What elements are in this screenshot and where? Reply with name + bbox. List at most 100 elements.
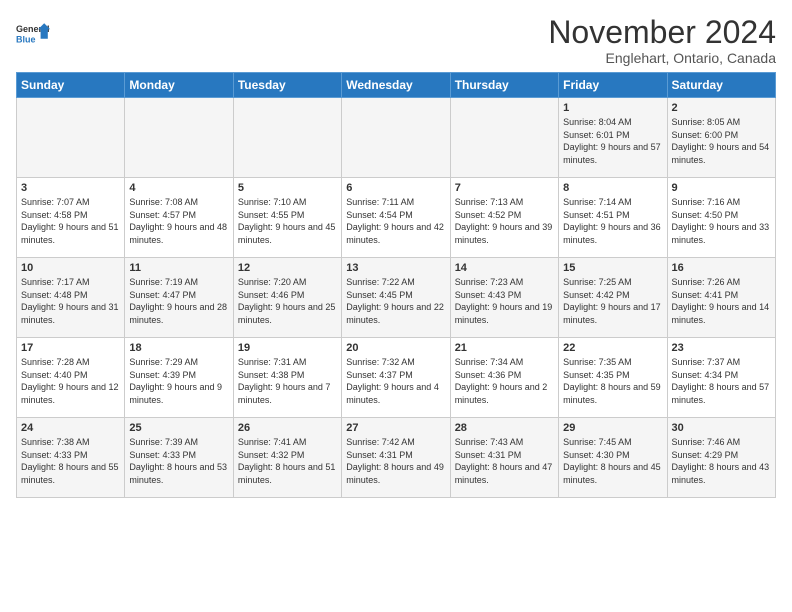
day-info: Sunrise: 7:43 AM Sunset: 4:31 PM Dayligh… — [455, 436, 554, 486]
day-number: 29 — [563, 422, 662, 434]
day-number: 28 — [455, 422, 554, 434]
day-cell: 15Sunrise: 7:25 AM Sunset: 4:42 PM Dayli… — [559, 258, 667, 338]
day-info: Sunrise: 7:38 AM Sunset: 4:33 PM Dayligh… — [21, 436, 120, 486]
day-info: Sunrise: 7:42 AM Sunset: 4:31 PM Dayligh… — [346, 436, 445, 486]
week-row-4: 24 Sunrise: 7:38 AM Sunset: 4:33 PM Dayli… — [17, 418, 776, 498]
day-number: 24 — [21, 422, 120, 434]
day-info: Sunrise: 7:13 AM Sunset: 4:52 PM Dayligh… — [455, 196, 554, 246]
day-info: Sunrise: 7:28 AM Sunset: 4:40 PM Dayligh… — [21, 356, 120, 406]
col-header-thursday: Thursday — [450, 73, 558, 98]
day-cell — [233, 98, 341, 178]
day-number: 7 — [455, 182, 554, 194]
day-cell: 19 Sunrise: 7:31 AM Sunset: 4:38 PM Dayli… — [233, 338, 341, 418]
day-info: Sunrise: 7:14 AM Sunset: 4:51 PM Dayligh… — [563, 196, 662, 246]
day-info: Sunrise: 7:17 AM Sunset: 4:48 PM Dayligh… — [21, 276, 120, 326]
day-info: Sunrise: 7:35 AM Sunset: 4:35 PM Dayligh… — [563, 356, 662, 406]
day-number: 20 — [346, 342, 445, 354]
day-cell: 11Sunrise: 7:19 AM Sunset: 4:47 PM Dayli… — [125, 258, 233, 338]
day-number: 25 — [129, 422, 228, 434]
day-cell: 10 Sunrise: 7:17 AM Sunset: 4:48 PM Dayli… — [17, 258, 125, 338]
day-info: Sunrise: 7:23 AM Sunset: 4:43 PM Dayligh… — [455, 276, 554, 326]
day-cell: 5 Sunrise: 7:10 AM Sunset: 4:55 PM Daylig… — [233, 178, 341, 258]
week-row-1: 3Sunrise: 7:07 AM Sunset: 4:58 PM Daylig… — [17, 178, 776, 258]
day-number: 5 — [238, 182, 337, 194]
day-cell: 7 Sunrise: 7:13 AM Sunset: 4:52 PM Daylig… — [450, 178, 558, 258]
day-cell: 13 Sunrise: 7:22 AM Sunset: 4:45 PM Dayli… — [342, 258, 450, 338]
day-number: 19 — [238, 342, 337, 354]
day-cell — [125, 98, 233, 178]
calendar-table: SundayMondayTuesdayWednesdayThursdayFrid… — [16, 72, 776, 498]
day-cell — [17, 98, 125, 178]
day-cell: 16 Sunrise: 7:26 AM Sunset: 4:41 PM Dayli… — [667, 258, 775, 338]
col-header-sunday: Sunday — [17, 73, 125, 98]
day-cell: 21 Sunrise: 7:34 AM Sunset: 4:36 PM Dayli… — [450, 338, 558, 418]
col-header-saturday: Saturday — [667, 73, 775, 98]
week-row-3: 17 Sunrise: 7:28 AM Sunset: 4:40 PM Dayli… — [17, 338, 776, 418]
day-number: 22 — [563, 342, 662, 354]
day-number: 8 — [563, 182, 662, 194]
day-cell: 1 Sunrise: 8:04 AM Sunset: 6:01 PM Daylig… — [559, 98, 667, 178]
day-number: 18 — [129, 342, 228, 354]
day-info: Sunrise: 7:45 AM Sunset: 4:30 PM Dayligh… — [563, 436, 662, 486]
logo-svg: General Blue — [16, 16, 52, 52]
day-cell: 26Sunrise: 7:41 AM Sunset: 4:32 PM Dayli… — [233, 418, 341, 498]
header-row-days: SundayMondayTuesdayWednesdayThursdayFrid… — [17, 73, 776, 98]
day-number: 30 — [672, 422, 771, 434]
day-number: 1 — [563, 102, 662, 114]
day-info: Sunrise: 8:04 AM Sunset: 6:01 PM Dayligh… — [563, 116, 662, 166]
day-number: 17 — [21, 342, 120, 354]
day-number: 11 — [129, 262, 228, 274]
day-cell — [342, 98, 450, 178]
day-info: Sunrise: 7:10 AM Sunset: 4:55 PM Dayligh… — [238, 196, 337, 246]
day-number: 3 — [21, 182, 120, 194]
day-info: Sunrise: 7:32 AM Sunset: 4:37 PM Dayligh… — [346, 356, 445, 406]
day-number: 26 — [238, 422, 337, 434]
day-cell: 12Sunrise: 7:20 AM Sunset: 4:46 PM Dayli… — [233, 258, 341, 338]
day-cell: 18Sunrise: 7:29 AM Sunset: 4:39 PM Dayli… — [125, 338, 233, 418]
day-info: Sunrise: 7:20 AM Sunset: 4:46 PM Dayligh… — [238, 276, 337, 326]
day-cell: 2 Sunrise: 8:05 AM Sunset: 6:00 PM Daylig… — [667, 98, 775, 178]
day-number: 16 — [672, 262, 771, 274]
day-cell: 6Sunrise: 7:11 AM Sunset: 4:54 PM Daylig… — [342, 178, 450, 258]
day-cell: 24 Sunrise: 7:38 AM Sunset: 4:33 PM Dayli… — [17, 418, 125, 498]
day-info: Sunrise: 7:26 AM Sunset: 4:41 PM Dayligh… — [672, 276, 771, 326]
day-cell: 28 Sunrise: 7:43 AM Sunset: 4:31 PM Dayli… — [450, 418, 558, 498]
day-info: Sunrise: 7:08 AM Sunset: 4:57 PM Dayligh… — [129, 196, 228, 246]
day-number: 2 — [672, 102, 771, 114]
subtitle: Englehart, Ontario, Canada — [548, 50, 776, 66]
calendar-container: General Blue November 2024 Englehart, On… — [0, 0, 792, 506]
col-header-wednesday: Wednesday — [342, 73, 450, 98]
day-number: 13 — [346, 262, 445, 274]
day-cell: 4 Sunrise: 7:08 AM Sunset: 4:57 PM Daylig… — [125, 178, 233, 258]
col-header-friday: Friday — [559, 73, 667, 98]
week-row-0: 1 Sunrise: 8:04 AM Sunset: 6:01 PM Daylig… — [17, 98, 776, 178]
day-cell: 23Sunrise: 7:37 AM Sunset: 4:34 PM Dayli… — [667, 338, 775, 418]
day-number: 4 — [129, 182, 228, 194]
day-cell: 8 Sunrise: 7:14 AM Sunset: 4:51 PM Daylig… — [559, 178, 667, 258]
svg-text:Blue: Blue — [16, 34, 36, 44]
day-number: 15 — [563, 262, 662, 274]
day-info: Sunrise: 7:31 AM Sunset: 4:38 PM Dayligh… — [238, 356, 337, 406]
header-row: General Blue November 2024 Englehart, On… — [16, 16, 776, 66]
day-info: Sunrise: 7:46 AM Sunset: 4:29 PM Dayligh… — [672, 436, 771, 486]
col-header-monday: Monday — [125, 73, 233, 98]
week-row-2: 10 Sunrise: 7:17 AM Sunset: 4:48 PM Dayli… — [17, 258, 776, 338]
day-number: 27 — [346, 422, 445, 434]
day-number: 9 — [672, 182, 771, 194]
day-cell: 9 Sunrise: 7:16 AM Sunset: 4:50 PM Daylig… — [667, 178, 775, 258]
day-cell: 14Sunrise: 7:23 AM Sunset: 4:43 PM Dayli… — [450, 258, 558, 338]
title-block: November 2024 Englehart, Ontario, Canada — [548, 16, 776, 66]
day-info: Sunrise: 7:39 AM Sunset: 4:33 PM Dayligh… — [129, 436, 228, 486]
day-info: Sunrise: 7:16 AM Sunset: 4:50 PM Dayligh… — [672, 196, 771, 246]
day-info: Sunrise: 8:05 AM Sunset: 6:00 PM Dayligh… — [672, 116, 771, 166]
day-number: 10 — [21, 262, 120, 274]
logo: General Blue — [16, 16, 52, 52]
day-number: 23 — [672, 342, 771, 354]
day-cell: 3Sunrise: 7:07 AM Sunset: 4:58 PM Daylig… — [17, 178, 125, 258]
day-info: Sunrise: 7:22 AM Sunset: 4:45 PM Dayligh… — [346, 276, 445, 326]
day-number: 21 — [455, 342, 554, 354]
day-info: Sunrise: 7:34 AM Sunset: 4:36 PM Dayligh… — [455, 356, 554, 406]
day-cell — [450, 98, 558, 178]
main-title: November 2024 — [548, 16, 776, 48]
day-cell: 20 Sunrise: 7:32 AM Sunset: 4:37 PM Dayli… — [342, 338, 450, 418]
